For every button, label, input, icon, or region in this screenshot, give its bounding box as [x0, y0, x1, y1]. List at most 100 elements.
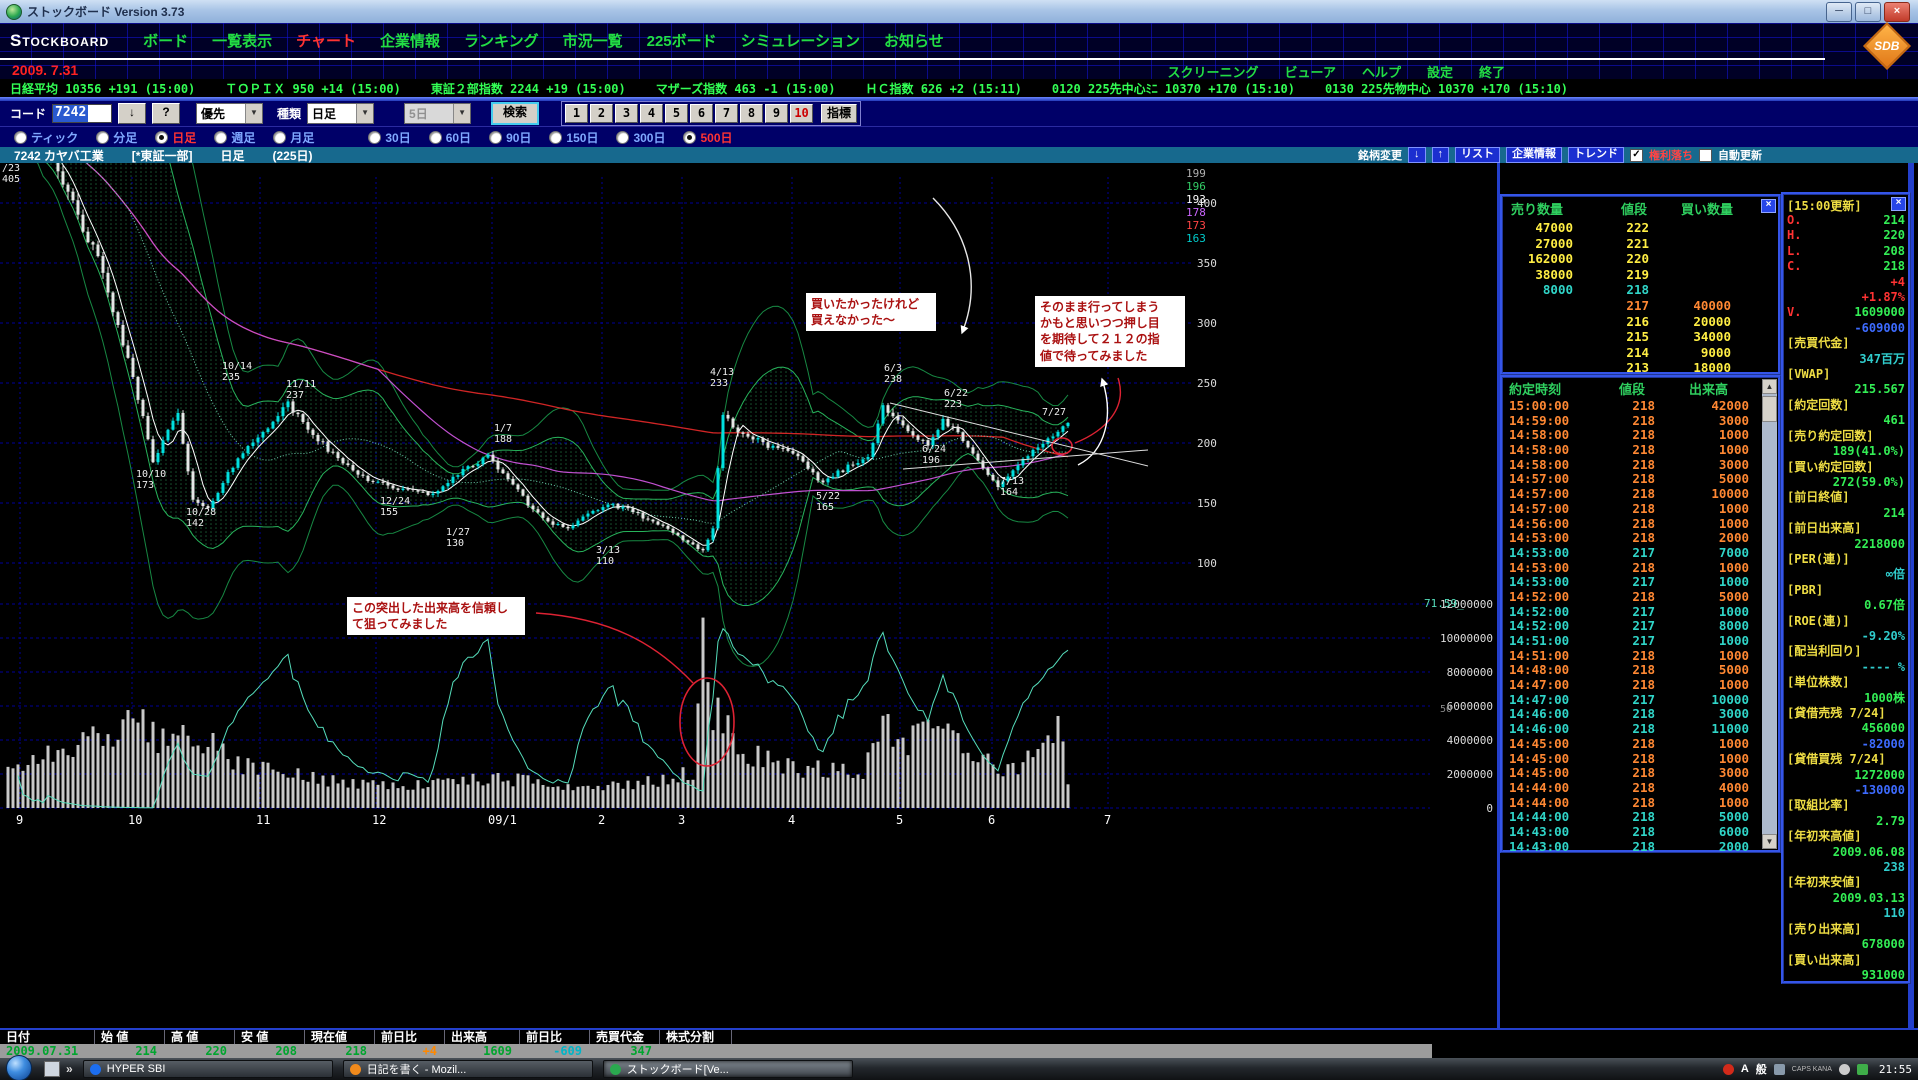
symbol-up-button[interactable]: ↑ — [1432, 147, 1450, 163]
order-book-row[interactable]: 27000221 — [1503, 236, 1778, 252]
period-option-9[interactable]: 300日 — [616, 129, 665, 146]
period-option-2[interactable]: 日足 — [155, 129, 196, 146]
menu-item-2[interactable]: チャート — [296, 30, 356, 51]
header-button-2[interactable]: トレンド — [1568, 147, 1624, 163]
stats-line: ∞倍 — [1784, 567, 1908, 582]
type-label: 種類 — [277, 105, 301, 122]
header-button-1[interactable]: 企業情報 — [1506, 147, 1562, 163]
symbol-down-button[interactable]: ↓ — [1408, 147, 1426, 163]
header-button-0[interactable]: リスト — [1455, 147, 1500, 163]
notification-icon[interactable] — [1723, 1064, 1734, 1075]
chart-type-label: 日足 — [220, 147, 244, 164]
bottom-table-row[interactable]: 2009.07.31214220208218+41609-609347 — [0, 1044, 1432, 1058]
close-button[interactable]: × — [1884, 2, 1910, 22]
chevron-expand-icon[interactable]: » — [66, 1062, 73, 1076]
chart-count-button-9[interactable]: 9 — [765, 104, 788, 123]
radio-icon[interactable] — [368, 131, 381, 144]
chart-count-button-3[interactable]: 3 — [615, 104, 638, 123]
order-book-row[interactable]: 38000219 — [1503, 267, 1778, 283]
order-book-row[interactable]: 162000220 — [1503, 251, 1778, 267]
close-icon[interactable]: × — [1761, 199, 1776, 213]
period-option-0[interactable]: ティック — [14, 129, 78, 146]
scroll-down-icon[interactable]: ▼ — [1762, 834, 1777, 849]
chart-count-button-7[interactable]: 7 — [715, 104, 738, 123]
period-option-10[interactable]: 500日 — [683, 129, 732, 146]
ime-mode-indicator[interactable]: A — [1741, 1063, 1749, 1075]
menu-item-3[interactable]: 企業情報 — [380, 30, 440, 51]
radio-icon[interactable] — [214, 131, 227, 144]
priority-select[interactable]: 優先▼ — [196, 103, 263, 124]
ime-type-indicator[interactable]: 般 — [1756, 1061, 1767, 1077]
chart-count-button-10[interactable]: 10 — [790, 104, 813, 123]
menu-item-1[interactable]: 一覧表示 — [212, 30, 272, 51]
menu-item-0[interactable]: ボード — [143, 30, 188, 51]
radio-icon[interactable] — [273, 131, 286, 144]
type-select[interactable]: 日足▼ — [307, 103, 374, 124]
buy-qty: 20000 — [1649, 314, 1731, 330]
index-quote-4: ＨＣ指数 626 +2 (15:11) — [866, 80, 1022, 97]
order-book-row[interactable]: 21740000 — [1503, 298, 1778, 314]
period-option-3[interactable]: 週足 — [214, 129, 255, 146]
radio-icon[interactable] — [155, 131, 168, 144]
menu-item-6[interactable]: 225ボード — [647, 30, 717, 51]
chart-count-button-5[interactable]: 5 — [665, 104, 688, 123]
taskbar-button[interactable]: ストックボード[Ve... — [603, 1060, 853, 1078]
tape-row: 14:45:002181000 — [1503, 736, 1778, 751]
scrollbar[interactable]: ▲▼ — [1762, 379, 1777, 849]
order-book-row[interactable]: 8000218 — [1503, 282, 1778, 298]
search-button[interactable]: 検索 — [491, 102, 539, 125]
period-option-7[interactable]: 90日 — [489, 129, 531, 146]
menu-item-4[interactable]: ランキング — [464, 30, 539, 51]
code-down-button[interactable]: ↓ — [118, 103, 146, 124]
checkbox-0[interactable]: ✓ — [1630, 149, 1643, 162]
radio-icon[interactable] — [616, 131, 629, 144]
order-book-row[interactable]: 21620000 — [1503, 314, 1778, 330]
period-option-6[interactable]: 60日 — [429, 129, 471, 146]
menu-item-8[interactable]: お知らせ — [884, 30, 944, 51]
tray-icon[interactable] — [1774, 1064, 1785, 1075]
trade-volume: 42000 — [1655, 398, 1749, 413]
order-book-row[interactable]: 2149000 — [1503, 345, 1778, 361]
period-option-5[interactable]: 30日 — [368, 129, 410, 146]
chart-count-button-8[interactable]: 8 — [740, 104, 763, 123]
stats-value: -9.20% — [1862, 629, 1905, 644]
bottom-row-cell: 218 — [305, 1044, 375, 1058]
help-button[interactable]: ? — [152, 103, 180, 124]
radio-icon[interactable] — [96, 131, 109, 144]
chart-count-button-6[interactable]: 6 — [690, 104, 713, 123]
radio-icon[interactable] — [14, 131, 27, 144]
volume-icon[interactable] — [1839, 1064, 1850, 1075]
order-book-row[interactable]: 21534000 — [1503, 329, 1778, 345]
scroll-thumb[interactable] — [1762, 396, 1777, 422]
checkbox-1[interactable] — [1699, 149, 1712, 162]
chart-count-button-1[interactable]: 1 — [565, 104, 588, 123]
minimize-button[interactable]: ─ — [1826, 2, 1852, 22]
scroll-up-icon[interactable]: ▲ — [1762, 379, 1777, 394]
chart-count-button-2[interactable]: 2 — [590, 104, 613, 123]
radio-icon[interactable] — [683, 131, 696, 144]
svg-text:4000000: 4000000 — [1447, 734, 1493, 747]
period-option-4[interactable]: 月足 — [273, 129, 314, 146]
window-titlebar[interactable]: ストックボード Version 3.73 ─ □ × — [0, 0, 1918, 24]
radio-icon[interactable] — [549, 131, 562, 144]
period-option-1[interactable]: 分足 — [96, 129, 137, 146]
order-book-row[interactable]: 21318000 — [1503, 360, 1778, 376]
price: 215 — [1573, 329, 1649, 345]
taskbar-button[interactable]: HYPER SBI — [83, 1060, 333, 1078]
order-book-row[interactable]: 47000222 — [1503, 220, 1778, 236]
radio-icon[interactable] — [429, 131, 442, 144]
maximize-button[interactable]: □ — [1855, 2, 1881, 22]
taskbar-button[interactable]: 日記を書く - Mozil... — [343, 1060, 593, 1078]
start-button[interactable] — [6, 1055, 32, 1080]
radio-icon[interactable] — [489, 131, 502, 144]
indicator-button[interactable]: 指標 — [821, 104, 857, 123]
menu-item-7[interactable]: シミュレーション — [741, 30, 860, 51]
close-icon[interactable]: × — [1891, 197, 1906, 211]
quick-launch-icon[interactable] — [44, 1061, 60, 1077]
code-input[interactable]: 7242 — [52, 104, 112, 123]
period-option-8[interactable]: 150日 — [549, 129, 598, 146]
tape-row: 14:57:002181000 — [1503, 501, 1778, 516]
menu-item-5[interactable]: 市況一覧 — [563, 30, 623, 51]
chart-count-button-4[interactable]: 4 — [640, 104, 663, 123]
security-shield-icon[interactable] — [1857, 1064, 1868, 1075]
